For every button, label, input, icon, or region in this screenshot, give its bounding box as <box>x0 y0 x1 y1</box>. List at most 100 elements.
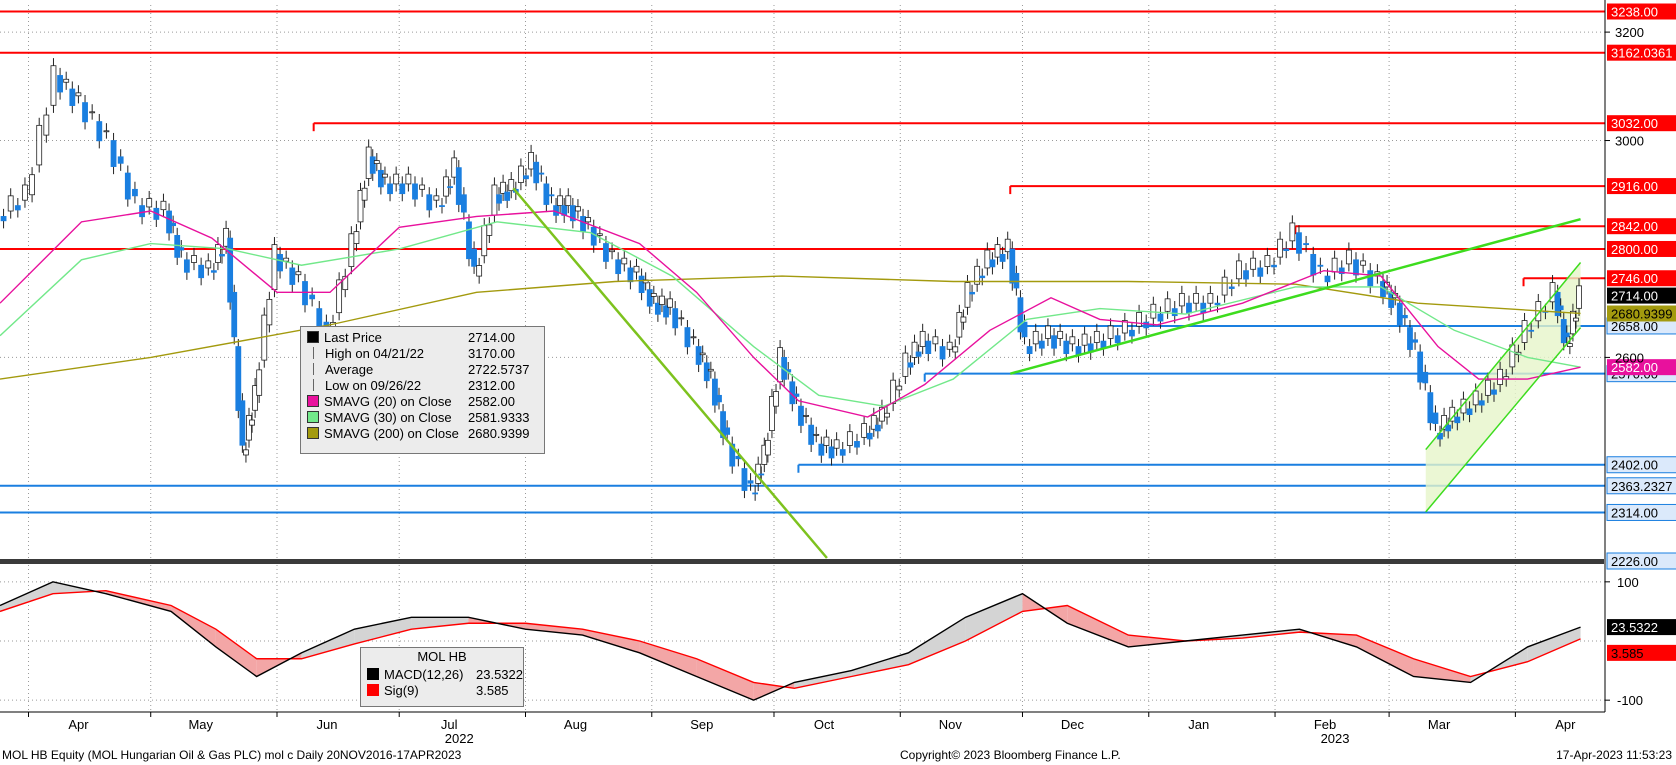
candle-body <box>246 415 252 441</box>
candle-body <box>956 312 963 338</box>
candle-body <box>667 298 674 308</box>
candle-body <box>433 195 440 201</box>
candle-body <box>1303 243 1309 246</box>
candle-body <box>14 205 21 211</box>
candle-body <box>1228 286 1235 289</box>
candle-body <box>741 468 748 491</box>
candle-body <box>1207 293 1214 304</box>
candle-body <box>518 165 524 183</box>
candle-body <box>585 217 592 223</box>
candle-body <box>1221 276 1228 296</box>
legend-swatch <box>313 379 320 391</box>
candle-body <box>1497 368 1504 385</box>
legend-label: SMAVG (200) on Close <box>324 425 459 441</box>
legend-swatch <box>307 411 319 423</box>
candle-body <box>823 436 830 446</box>
footer-security-info: MOL HB Equity (MOL Hungarian Oil & Gas P… <box>2 748 462 762</box>
panel-separator <box>0 559 1604 564</box>
candle-body <box>565 195 572 206</box>
macd-swatch <box>367 668 379 680</box>
candle-body <box>1283 248 1290 251</box>
candle-body <box>699 352 706 356</box>
candle-body <box>764 439 771 456</box>
candle-body <box>621 257 628 265</box>
candle-body <box>716 394 722 403</box>
candle-body <box>1566 343 1573 347</box>
support-tag-label: 2402.00 <box>1611 458 1658 473</box>
candle-body <box>915 351 922 357</box>
candle-body <box>964 282 971 308</box>
x-year-label: 2023 <box>1321 731 1350 745</box>
candle-body <box>1563 332 1570 338</box>
candle-body <box>1045 325 1051 339</box>
candle-body <box>69 88 76 106</box>
candle-body <box>1454 416 1461 424</box>
candle-body <box>984 249 991 269</box>
macd-legend-value: 23.5322 <box>476 666 523 682</box>
candle-body <box>1367 270 1374 287</box>
candle-body <box>271 244 278 291</box>
candle-body <box>1573 317 1579 322</box>
candle-body <box>302 281 308 306</box>
legend-value: 2581.9333 <box>468 409 530 425</box>
candle-body <box>353 231 360 244</box>
candle-body <box>1353 259 1359 276</box>
candle-body <box>659 295 665 305</box>
candle-body <box>1171 308 1178 317</box>
candle-body <box>960 316 967 323</box>
x-tick-label: Jul <box>441 717 458 732</box>
resistance-tag-label: 2916.00 <box>1611 179 1658 194</box>
candle-body <box>615 259 622 275</box>
candle-body <box>439 205 445 207</box>
candle-body <box>798 405 804 426</box>
legend-value: 2312.00 <box>468 377 515 393</box>
candle-body <box>575 206 581 212</box>
y-tick-label: 3200 <box>1615 25 1644 40</box>
candle-body <box>703 362 710 382</box>
footer-bar: MOL HB Equity (MOL Hungarian Oil & Gas P… <box>0 745 1676 765</box>
macd-legend-label: MACD(12,26) <box>384 666 464 682</box>
candle-body <box>309 294 316 300</box>
resistance-tag-label: 2800.00 <box>1611 242 1658 257</box>
candle-body <box>603 243 609 262</box>
candle-body <box>1422 371 1429 384</box>
candle-body <box>476 265 483 277</box>
candle-body <box>166 210 172 234</box>
resistance-tag-label: 3162.0361 <box>1611 46 1672 61</box>
candle-body <box>50 65 57 106</box>
legend-swatch <box>307 331 319 343</box>
candle-body <box>405 173 412 185</box>
x-tick-label: Jan <box>1188 717 1209 732</box>
candle-body <box>1063 340 1070 355</box>
candle-body <box>382 173 388 178</box>
candle-body <box>1478 400 1485 406</box>
candle-body <box>752 492 759 495</box>
legend-row: SMAVG (20) on Close 2582.00 <box>301 393 544 409</box>
candle-body <box>839 449 846 456</box>
legend-row: SMAVG (200) on Close 2680.9399 <box>301 425 544 441</box>
candle-body <box>1432 412 1439 424</box>
macd-y-tick-label: -100 <box>1617 693 1643 708</box>
candle-body <box>266 298 273 326</box>
candle-body <box>447 186 454 189</box>
candle-body <box>1466 408 1473 415</box>
candle-body <box>969 291 975 295</box>
candle-body <box>1081 333 1088 346</box>
candle-body <box>896 385 903 391</box>
candle-body <box>952 346 959 353</box>
candle-body <box>1032 330 1039 345</box>
candle-body <box>1324 275 1331 283</box>
macd-y-tick-label: 100 <box>1617 575 1639 590</box>
candle-body <box>183 259 190 273</box>
candle-body <box>684 327 691 348</box>
candle-body <box>1484 379 1491 396</box>
candle-body <box>1576 285 1582 309</box>
candle-body <box>979 275 986 279</box>
candle-body <box>210 270 217 273</box>
candle-body <box>609 249 615 253</box>
signal-legend-label: Sig(9) <box>384 682 419 698</box>
legend-label: Average <box>325 361 374 377</box>
candle-body <box>219 253 225 257</box>
signal-legend-row: Sig(9) 3.585 <box>361 682 523 698</box>
clipped-tag-label: 2226.00 <box>1611 554 1658 569</box>
